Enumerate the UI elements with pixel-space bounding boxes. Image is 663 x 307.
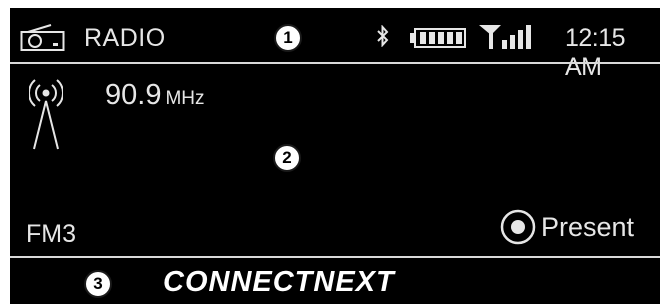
callout-3: 3 (84, 270, 112, 298)
signal-icon (479, 25, 531, 49)
preset-button[interactable]: Present (500, 207, 634, 247)
battery-icon (410, 28, 466, 48)
frequency-unit: MHz (165, 88, 205, 109)
band-label: FM3 (26, 220, 76, 248)
frequency-value: 90.9 (105, 79, 162, 111)
bluetooth-icon (377, 25, 389, 47)
status-divider (10, 62, 660, 64)
callout-1: 1 (274, 24, 302, 52)
brand-logo: CONNECTNEXT (163, 266, 395, 298)
preset-label: Present (541, 211, 635, 242)
radio-icon (20, 24, 65, 51)
callout-2: 2 (273, 144, 301, 172)
infotainment-screen: RADIO 12:15 AM 90.9 MHz FM3 Present CONN… (10, 8, 660, 304)
clock: 12:15 AM (565, 24, 626, 81)
footer-divider (10, 256, 660, 258)
radio-button-icon (500, 209, 536, 245)
antenna-icon (29, 79, 63, 150)
frequency-display: 90.9 MHz (105, 79, 205, 112)
source-label: RADIO (84, 24, 166, 52)
status-bar: RADIO 12:15 AM (10, 8, 660, 81)
